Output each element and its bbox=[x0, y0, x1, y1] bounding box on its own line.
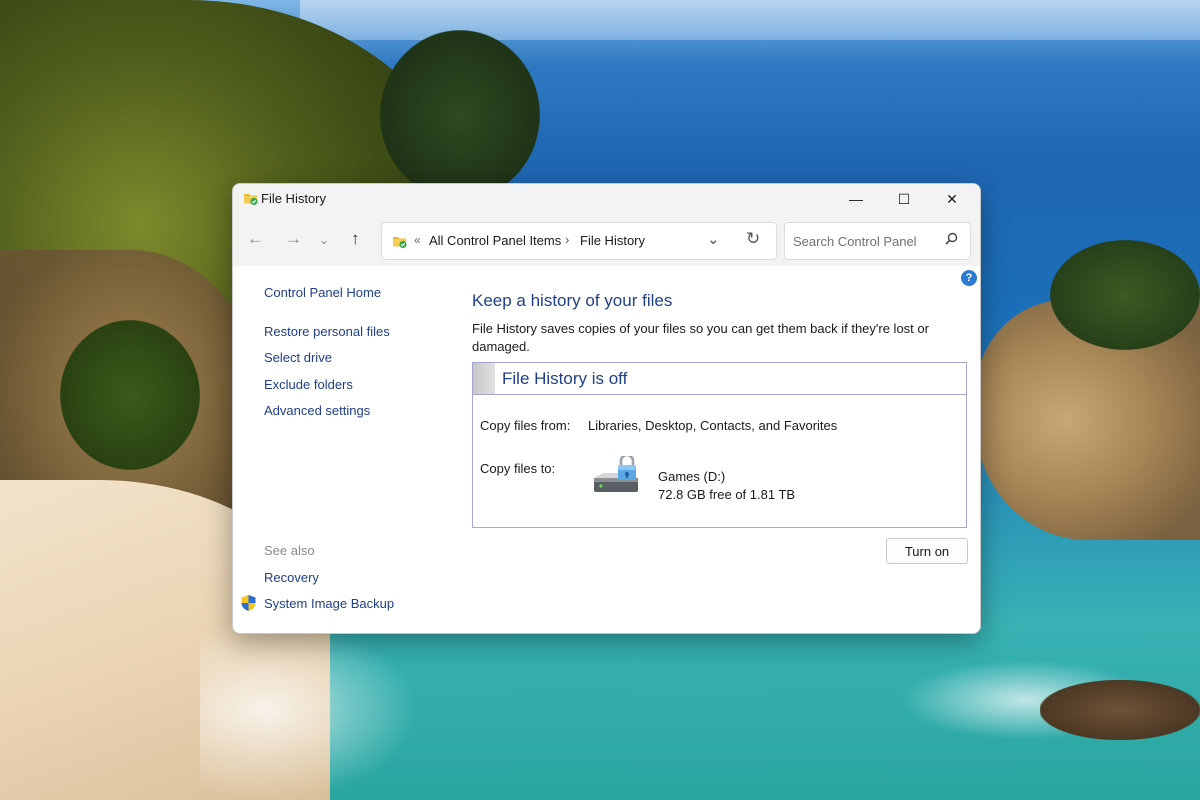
see-also-heading: See also bbox=[264, 543, 315, 558]
forward-button[interactable]: → bbox=[285, 229, 302, 249]
hard-drive-lock-icon bbox=[594, 456, 638, 492]
maximize-button[interactable]: ☐ bbox=[881, 184, 927, 214]
recovery-link[interactable]: Recovery bbox=[264, 570, 319, 585]
navigation-bar: ← → ⌄ ↑ « All Control Panel Items › File… bbox=[233, 214, 980, 266]
title-bar[interactable]: File History — ☐ ✕ bbox=[233, 184, 980, 214]
turn-on-button[interactable]: Turn on bbox=[886, 538, 968, 564]
recent-locations-button[interactable]: ⌄ bbox=[319, 233, 329, 247]
breadcrumb-file-history[interactable]: File History bbox=[580, 233, 645, 248]
uac-shield-icon bbox=[241, 595, 256, 611]
search-input[interactable]: Search Control Panel bbox=[784, 222, 971, 260]
wallpaper-foam bbox=[200, 620, 420, 800]
minimize-icon: — bbox=[849, 191, 863, 207]
exclude-folders-link[interactable]: Exclude folders bbox=[264, 377, 353, 392]
address-overflow-chevron[interactable]: « bbox=[414, 233, 421, 247]
status-indicator bbox=[473, 363, 495, 394]
file-history-status-panel: File History is off Copy files from: Lib… bbox=[472, 362, 967, 528]
file-history-folder-icon bbox=[244, 194, 258, 206]
page-title: Keep a history of your files bbox=[472, 291, 673, 310]
close-button[interactable]: ✕ bbox=[929, 184, 975, 214]
back-button[interactable]: ← bbox=[247, 229, 264, 249]
restore-personal-files-link[interactable]: Restore personal files bbox=[264, 324, 390, 339]
drive-free-space: 72.8 GB free of 1.81 TB bbox=[658, 487, 796, 502]
control-panel-home-link[interactable]: Control Panel Home bbox=[264, 285, 381, 300]
file-history-folder-icon bbox=[393, 237, 407, 249]
advanced-settings-link[interactable]: Advanced settings bbox=[264, 403, 370, 418]
status-header: File History is off bbox=[473, 363, 966, 395]
select-drive-link[interactable]: Select drive bbox=[264, 350, 332, 365]
address-bar[interactable]: « All Control Panel Items › File History… bbox=[381, 222, 777, 260]
copy-from-label: Copy files from: bbox=[480, 418, 571, 433]
close-icon: ✕ bbox=[946, 190, 958, 207]
minimize-button[interactable]: — bbox=[833, 184, 879, 214]
wallpaper-tree bbox=[1050, 240, 1200, 350]
status-title: File History is off bbox=[502, 369, 628, 388]
wallpaper-tree bbox=[60, 320, 200, 470]
search-placeholder: Search Control Panel bbox=[793, 234, 917, 249]
wallpaper-rocks bbox=[1040, 680, 1200, 740]
help-icon[interactable]: ? bbox=[961, 270, 977, 286]
file-history-window: File History — ☐ ✕ ← → ⌄ ↑ « All Control… bbox=[232, 183, 981, 634]
search-icon[interactable] bbox=[943, 231, 959, 247]
drive-name: Games (D:) bbox=[658, 469, 726, 484]
window-title: File History bbox=[261, 191, 327, 206]
system-image-backup-link[interactable]: System Image Backup bbox=[264, 596, 394, 611]
address-dropdown-icon[interactable]: ⌄ bbox=[707, 230, 720, 248]
refresh-icon[interactable]: ↻ bbox=[746, 229, 760, 249]
copy-from-value: Libraries, Desktop, Contacts, and Favori… bbox=[588, 418, 838, 433]
breadcrumb-all-control-panel-items[interactable]: All Control Panel Items bbox=[429, 233, 561, 248]
maximize-icon: ☐ bbox=[897, 190, 911, 207]
wallpaper-tree bbox=[380, 30, 540, 200]
up-button[interactable]: ↑ bbox=[351, 229, 360, 249]
breadcrumb-separator-icon[interactable]: › bbox=[565, 232, 569, 247]
copy-to-label: Copy files to: bbox=[480, 461, 556, 476]
page-description: File History saves copies of your files … bbox=[472, 321, 929, 354]
